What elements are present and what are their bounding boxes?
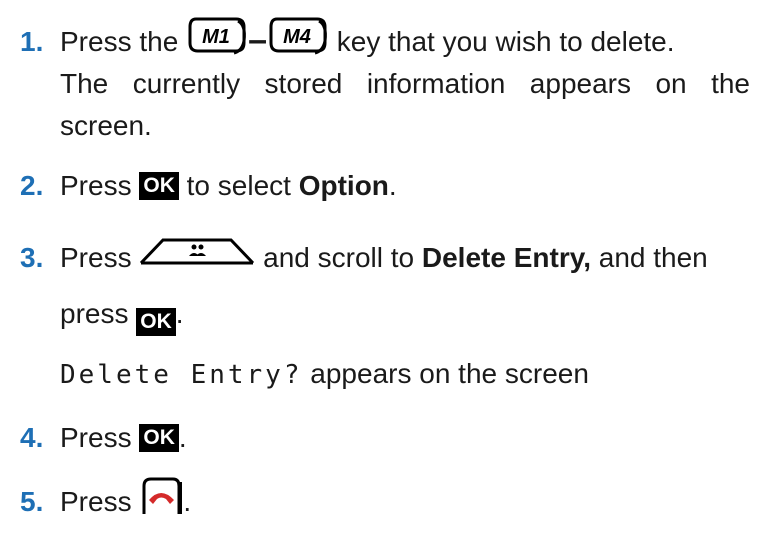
dash: – (248, 20, 267, 59)
step-2: 2. Press OK to select Option. (20, 166, 397, 206)
step-number: 3. (20, 242, 44, 273)
step-number: 1. (20, 25, 44, 57)
step-1-line-3: screen. (60, 110, 152, 141)
ok-key-icon: OK (136, 307, 176, 336)
step-text: key that you wish to delete. (336, 25, 675, 57)
period: . (388, 170, 397, 201)
m4-key-label: M4 (283, 26, 311, 48)
delete-entry-label: Delete Entry, (421, 242, 591, 273)
end-call-key-icon (139, 476, 183, 527)
step-text: appears on the screen (310, 358, 589, 389)
step-text: and scroll to (263, 242, 415, 273)
step-text: Press (60, 242, 132, 273)
step-text: Press (60, 422, 132, 453)
lcd-text: Delete Entry? (60, 360, 303, 390)
step-3: 3. Press and scroll to Delete Entry, and … (20, 238, 708, 280)
m1-key-label: M1 (202, 26, 230, 48)
m4-key-icon: M4 (267, 15, 329, 66)
step-text: to select (186, 170, 291, 201)
step-text: Press (60, 485, 132, 517)
step-text: Press the (60, 25, 179, 57)
step-text: press (60, 298, 129, 329)
option-label: Option (298, 170, 389, 201)
display-message: Delete Entry? appears on the screen (60, 354, 589, 395)
period: . (183, 485, 192, 517)
step-4: 4. Press OK. (20, 418, 187, 458)
step-text: and then (598, 242, 708, 273)
contacts-nav-key-icon (139, 236, 255, 276)
step-5: 5. Press . (20, 476, 192, 529)
period: . (178, 422, 187, 453)
step-1: 1. Press the M1 – M4 key that you wish to… (20, 15, 675, 69)
step-3-line-2: press OK. (60, 294, 184, 336)
ok-key-icon: OK (139, 423, 179, 452)
m1-key-icon: M1 (186, 15, 248, 66)
step-1-line-2: The currently stored information appears… (60, 68, 750, 99)
step-number: 4. (20, 422, 44, 453)
step-number: 2. (20, 170, 44, 201)
ok-key-icon: OK (139, 171, 179, 200)
step-text: Press (60, 170, 132, 201)
step-number: 5. (20, 485, 44, 517)
period: . (175, 298, 184, 329)
